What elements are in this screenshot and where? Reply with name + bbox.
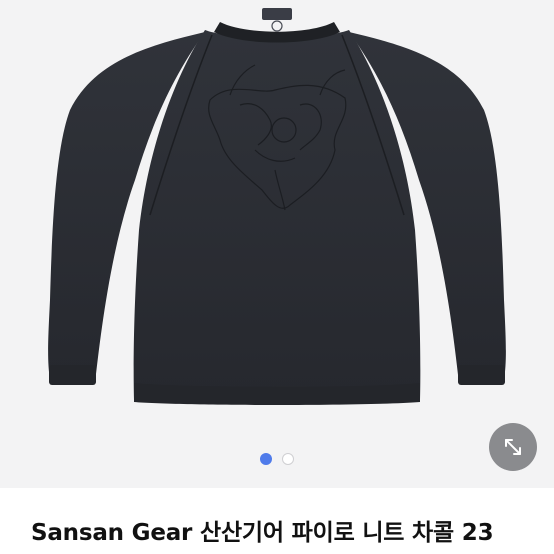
- pager-dot-2[interactable]: [282, 453, 294, 465]
- product-info: Sansan Gear 산산기어 파이로 니트 차콜 23: [0, 488, 554, 554]
- image-pager: [0, 452, 554, 466]
- sweater-product-image: [48, 8, 506, 405]
- product-image-gallery[interactable]: [0, 0, 554, 488]
- product-title: Sansan Gear 산산기어 파이로 니트 차콜 23: [31, 520, 494, 546]
- pager-dot-1[interactable]: [260, 453, 272, 465]
